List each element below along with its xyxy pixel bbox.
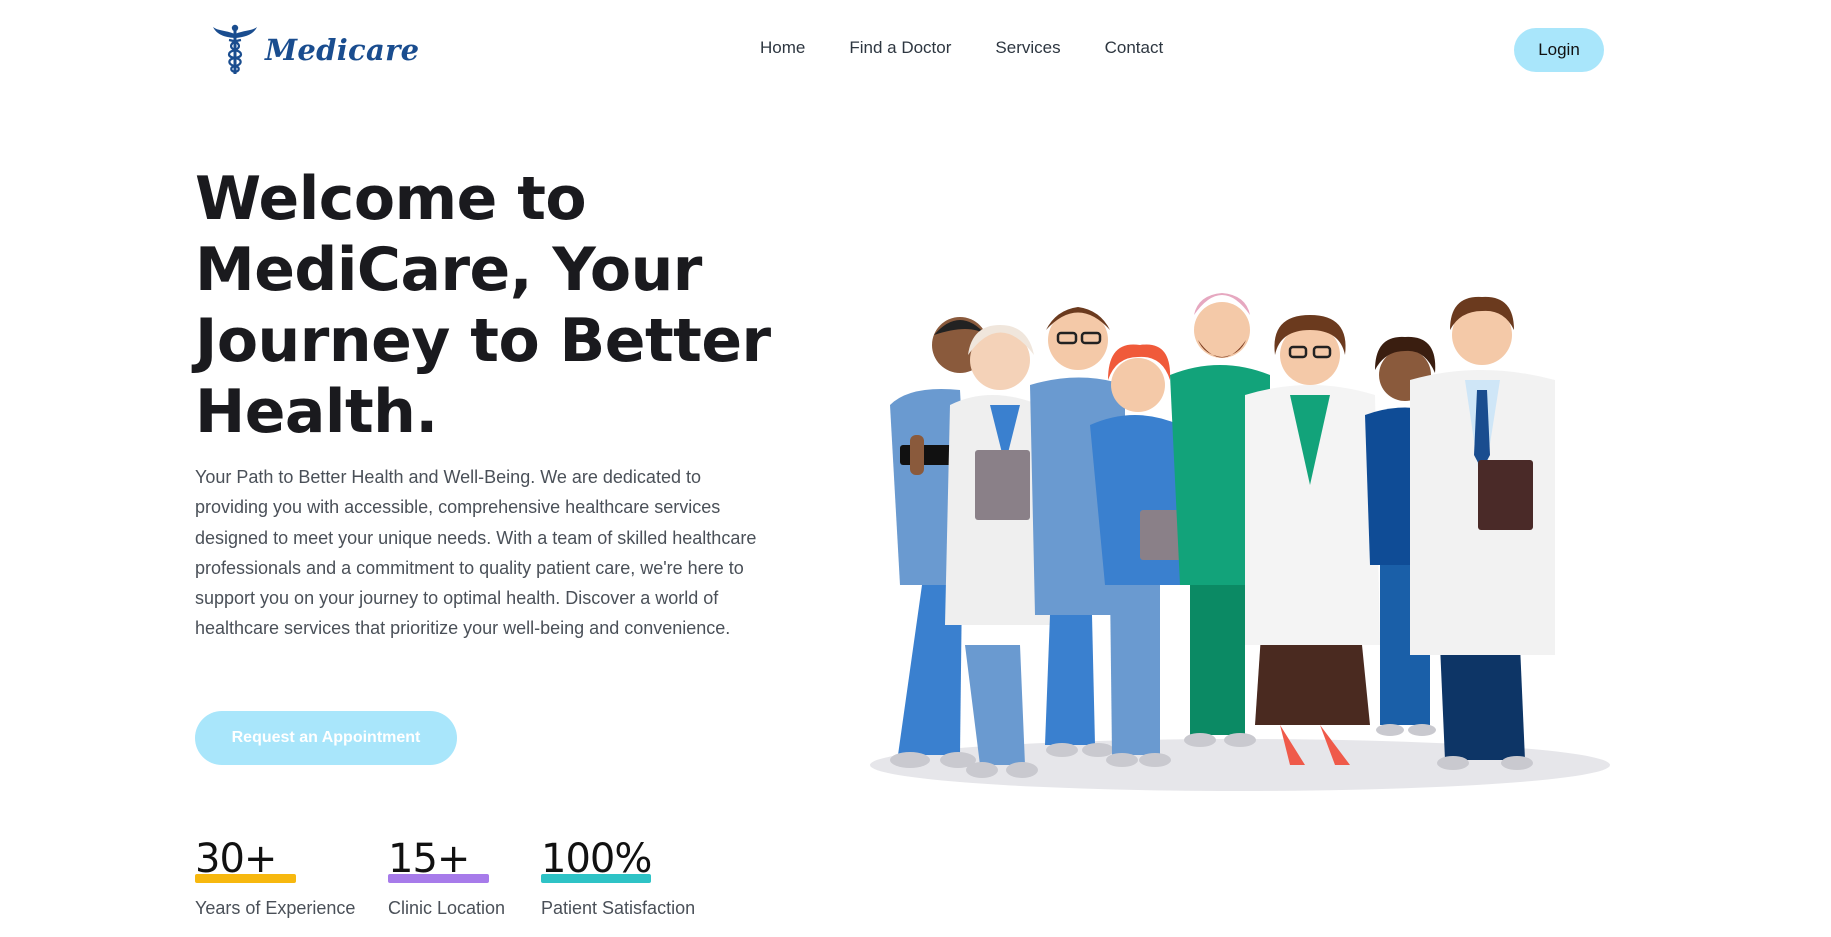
caduceus-icon — [213, 24, 257, 74]
hero-title: Welcome to MediCare, Your Journey to Bet… — [195, 164, 771, 447]
stat-value: 100% — [541, 836, 652, 882]
brand-logo[interactable]: Medicare — [213, 24, 419, 76]
hero-description: Your Path to Better Health and Well-Bein… — [195, 467, 757, 639]
stat-years-experience: 30+ Years of Experience — [195, 836, 355, 919]
nav-link-services[interactable]: Services — [995, 38, 1060, 58]
stat-patient-satisfaction: 100% Patient Satisfaction — [541, 836, 695, 919]
stat-clinic-location: 15+ Clinic Location — [388, 836, 505, 919]
login-button[interactable]: Login — [1514, 28, 1604, 72]
doctor-figure — [1410, 296, 1555, 770]
navbar: Medicare Home Find a Doctor Services Con… — [0, 0, 1831, 100]
brand-name: Medicare — [265, 33, 420, 67]
stat-label: Clinic Location — [388, 898, 506, 918]
medical-team-illustration — [850, 285, 1620, 805]
nav-link-contact[interactable]: Contact — [1105, 38, 1164, 58]
nav-link-find-doctor[interactable]: Find a Doctor — [849, 38, 951, 58]
stat-label: Patient Satisfaction — [541, 898, 696, 918]
nav-link-home[interactable]: Home — [760, 38, 805, 58]
request-appointment-button[interactable]: Request an Appointment — [195, 711, 457, 765]
stat-label: Years of Experience — [195, 898, 356, 918]
stat-value: 15+ — [388, 836, 470, 882]
medical-team-icon — [870, 293, 1610, 791]
nav-menu: Home Find a Doctor Services Contact — [760, 38, 1207, 58]
stat-value: 30+ — [195, 836, 277, 882]
